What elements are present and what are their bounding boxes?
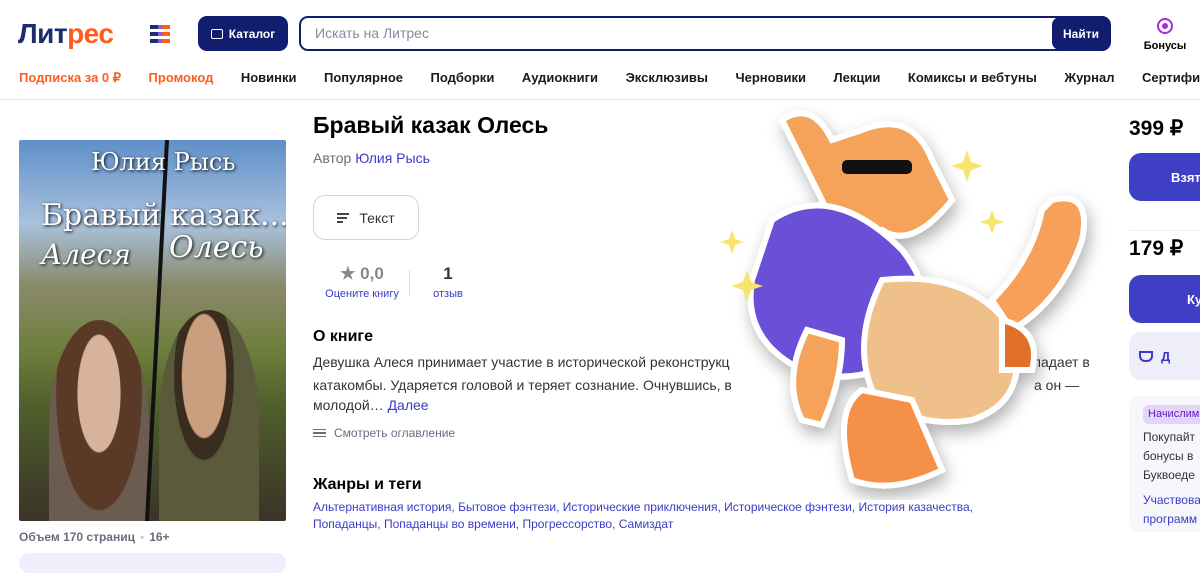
take-button[interactable]: Взять <box>1129 153 1200 201</box>
tag[interactable]: История казачества <box>858 500 969 514</box>
read-more-link[interactable]: Далее <box>388 397 429 413</box>
book-cover[interactable]: Юлия Рысь Бравый казак... Алеся Олесь <box>19 140 286 521</box>
reviews[interactable]: 1 отзыв <box>428 264 468 300</box>
format-label: Текст <box>359 209 395 226</box>
genre-tags: Альтернативная история, Бытовое фэнтези,… <box>313 500 973 531</box>
nav-collections[interactable]: Подборки <box>431 70 495 86</box>
nav-subscription[interactable]: Подписка за 0 ₽ <box>19 70 121 86</box>
price-subscription: 399 ₽ <box>1129 117 1184 140</box>
lynx-sticker-image <box>720 110 1087 489</box>
promo-link[interactable]: Участвова программ <box>1143 491 1200 529</box>
promo-link-text: Участвова <box>1143 493 1200 507</box>
bonus-label: Бонусы <box>1143 40 1187 52</box>
rating-value: ★ 0,0 <box>340 264 384 283</box>
search-button[interactable]: Найти <box>1052 17 1110 50</box>
bonus-button[interactable]: Бонусы <box>1140 18 1190 52</box>
purchase-panel: 399 ₽ Взять 179 ₽ Купить Д Начислим Поку… <box>1129 100 1200 560</box>
nav-lectures[interactable]: Лекции <box>834 70 881 86</box>
tag[interactable]: Бытовое фэнтези <box>458 500 556 514</box>
search-box: Найти <box>299 16 1111 51</box>
tag[interactable]: Исторические приключения <box>563 500 718 514</box>
tag[interactable]: Попаданцы во времени <box>384 517 516 531</box>
logo-mark-icon <box>150 25 170 43</box>
rate-book-link[interactable]: Оцените книгу <box>322 288 402 300</box>
author-link[interactable]: Юлия Рысь <box>355 150 430 166</box>
volume: Объем 170 страниц <box>19 530 135 544</box>
nav-drafts[interactable]: Черновики <box>735 70 806 86</box>
nav-promocode[interactable]: Промокод <box>149 70 214 86</box>
tag[interactable]: Прогрессорство <box>522 517 612 531</box>
add-to-cart-label: Д <box>1161 348 1171 364</box>
cover-name-1: Алеся <box>41 238 131 271</box>
toc-link[interactable]: Смотреть оглавление <box>313 426 455 440</box>
author-prefix: Автор <box>313 150 352 166</box>
nav-popular[interactable]: Популярное <box>324 70 403 86</box>
search-input[interactable] <box>315 25 1015 41</box>
description-line: молодой… Далее <box>313 397 429 413</box>
bonus-icon <box>1157 18 1173 34</box>
promo-text: Буквоеде <box>1143 468 1195 482</box>
add-to-cart-button[interactable]: Д <box>1129 332 1200 380</box>
tag[interactable]: Самиздат <box>619 517 674 531</box>
cover-name-2: Олесь <box>169 230 264 265</box>
rating[interactable]: ★ 0,0 Оцените книгу <box>322 264 402 300</box>
toc-label: Смотреть оглавление <box>334 426 456 440</box>
nav-audiobooks[interactable]: Аудиокниги <box>522 70 598 86</box>
reviews-label[interactable]: отзыв <box>428 288 468 300</box>
description-text: молодой… <box>313 397 384 413</box>
promo-text: бонусы в <box>1143 449 1194 463</box>
site-header: Литрес Каталог Найти Бонусы Подписка за … <box>0 0 1200 100</box>
divider <box>1129 230 1200 231</box>
format-text-button[interactable]: Текст <box>313 195 419 240</box>
description-line: Девушка Алеся принимает участие в истори… <box>313 354 730 370</box>
catalog-icon <box>210 28 223 39</box>
nav-certificates[interactable]: Сертификаты <box>1142 70 1200 86</box>
catalog-button[interactable]: Каталог <box>198 16 288 51</box>
promo-badge: Начислим <box>1143 405 1200 424</box>
description-line: катакомбы. Ударяется головой и теряет со… <box>313 377 732 393</box>
book-title: Бравый казак Олесь <box>313 112 549 138</box>
tag[interactable]: Альтернативная история <box>313 500 451 514</box>
list-icon <box>313 428 326 438</box>
tag[interactable]: Попаданцы <box>313 517 377 531</box>
catalog-label: Каталог <box>228 26 276 41</box>
basket-icon <box>1139 350 1153 362</box>
reviews-count: 1 <box>443 264 453 283</box>
promo-link-text: программ <box>1143 512 1198 526</box>
cover-title: Бравый казак... <box>41 198 286 233</box>
tag[interactable]: Историческое фэнтези <box>724 500 852 514</box>
cover-author: Юлия Рысь <box>91 148 236 176</box>
litres-logo[interactable]: Литрес <box>18 18 114 50</box>
nav-exclusives[interactable]: Эксклюзивы <box>626 70 708 86</box>
cover-figure-right <box>159 310 259 521</box>
cover-action-box[interactable] <box>19 553 286 573</box>
bonus-promo-card: Начислим Покупайт бонусы в Буквоеде Учас… <box>1129 396 1200 532</box>
about-heading: О книге <box>313 328 373 345</box>
cover-figure-left <box>49 320 149 521</box>
text-format-icon <box>337 212 350 223</box>
author-line: Автор Юлия Рысь <box>313 150 430 166</box>
genres-heading: Жанры и теги <box>313 476 422 493</box>
nav-journal[interactable]: Журнал <box>1064 70 1114 86</box>
book-meta: Объем 170 страниц • 16+ <box>19 530 170 544</box>
promo-text: Покупайт <box>1143 430 1196 444</box>
divider <box>409 270 410 296</box>
price: 179 ₽ <box>1129 237 1184 260</box>
buy-button[interactable]: Купить <box>1129 275 1200 323</box>
main-nav: Подписка за 0 ₽ Промокод Новинки Популяр… <box>19 70 1200 86</box>
age-rating: 16+ <box>149 530 170 544</box>
nav-new[interactable]: Новинки <box>241 70 297 86</box>
nav-comics[interactable]: Комиксы и вебтуны <box>908 70 1037 86</box>
